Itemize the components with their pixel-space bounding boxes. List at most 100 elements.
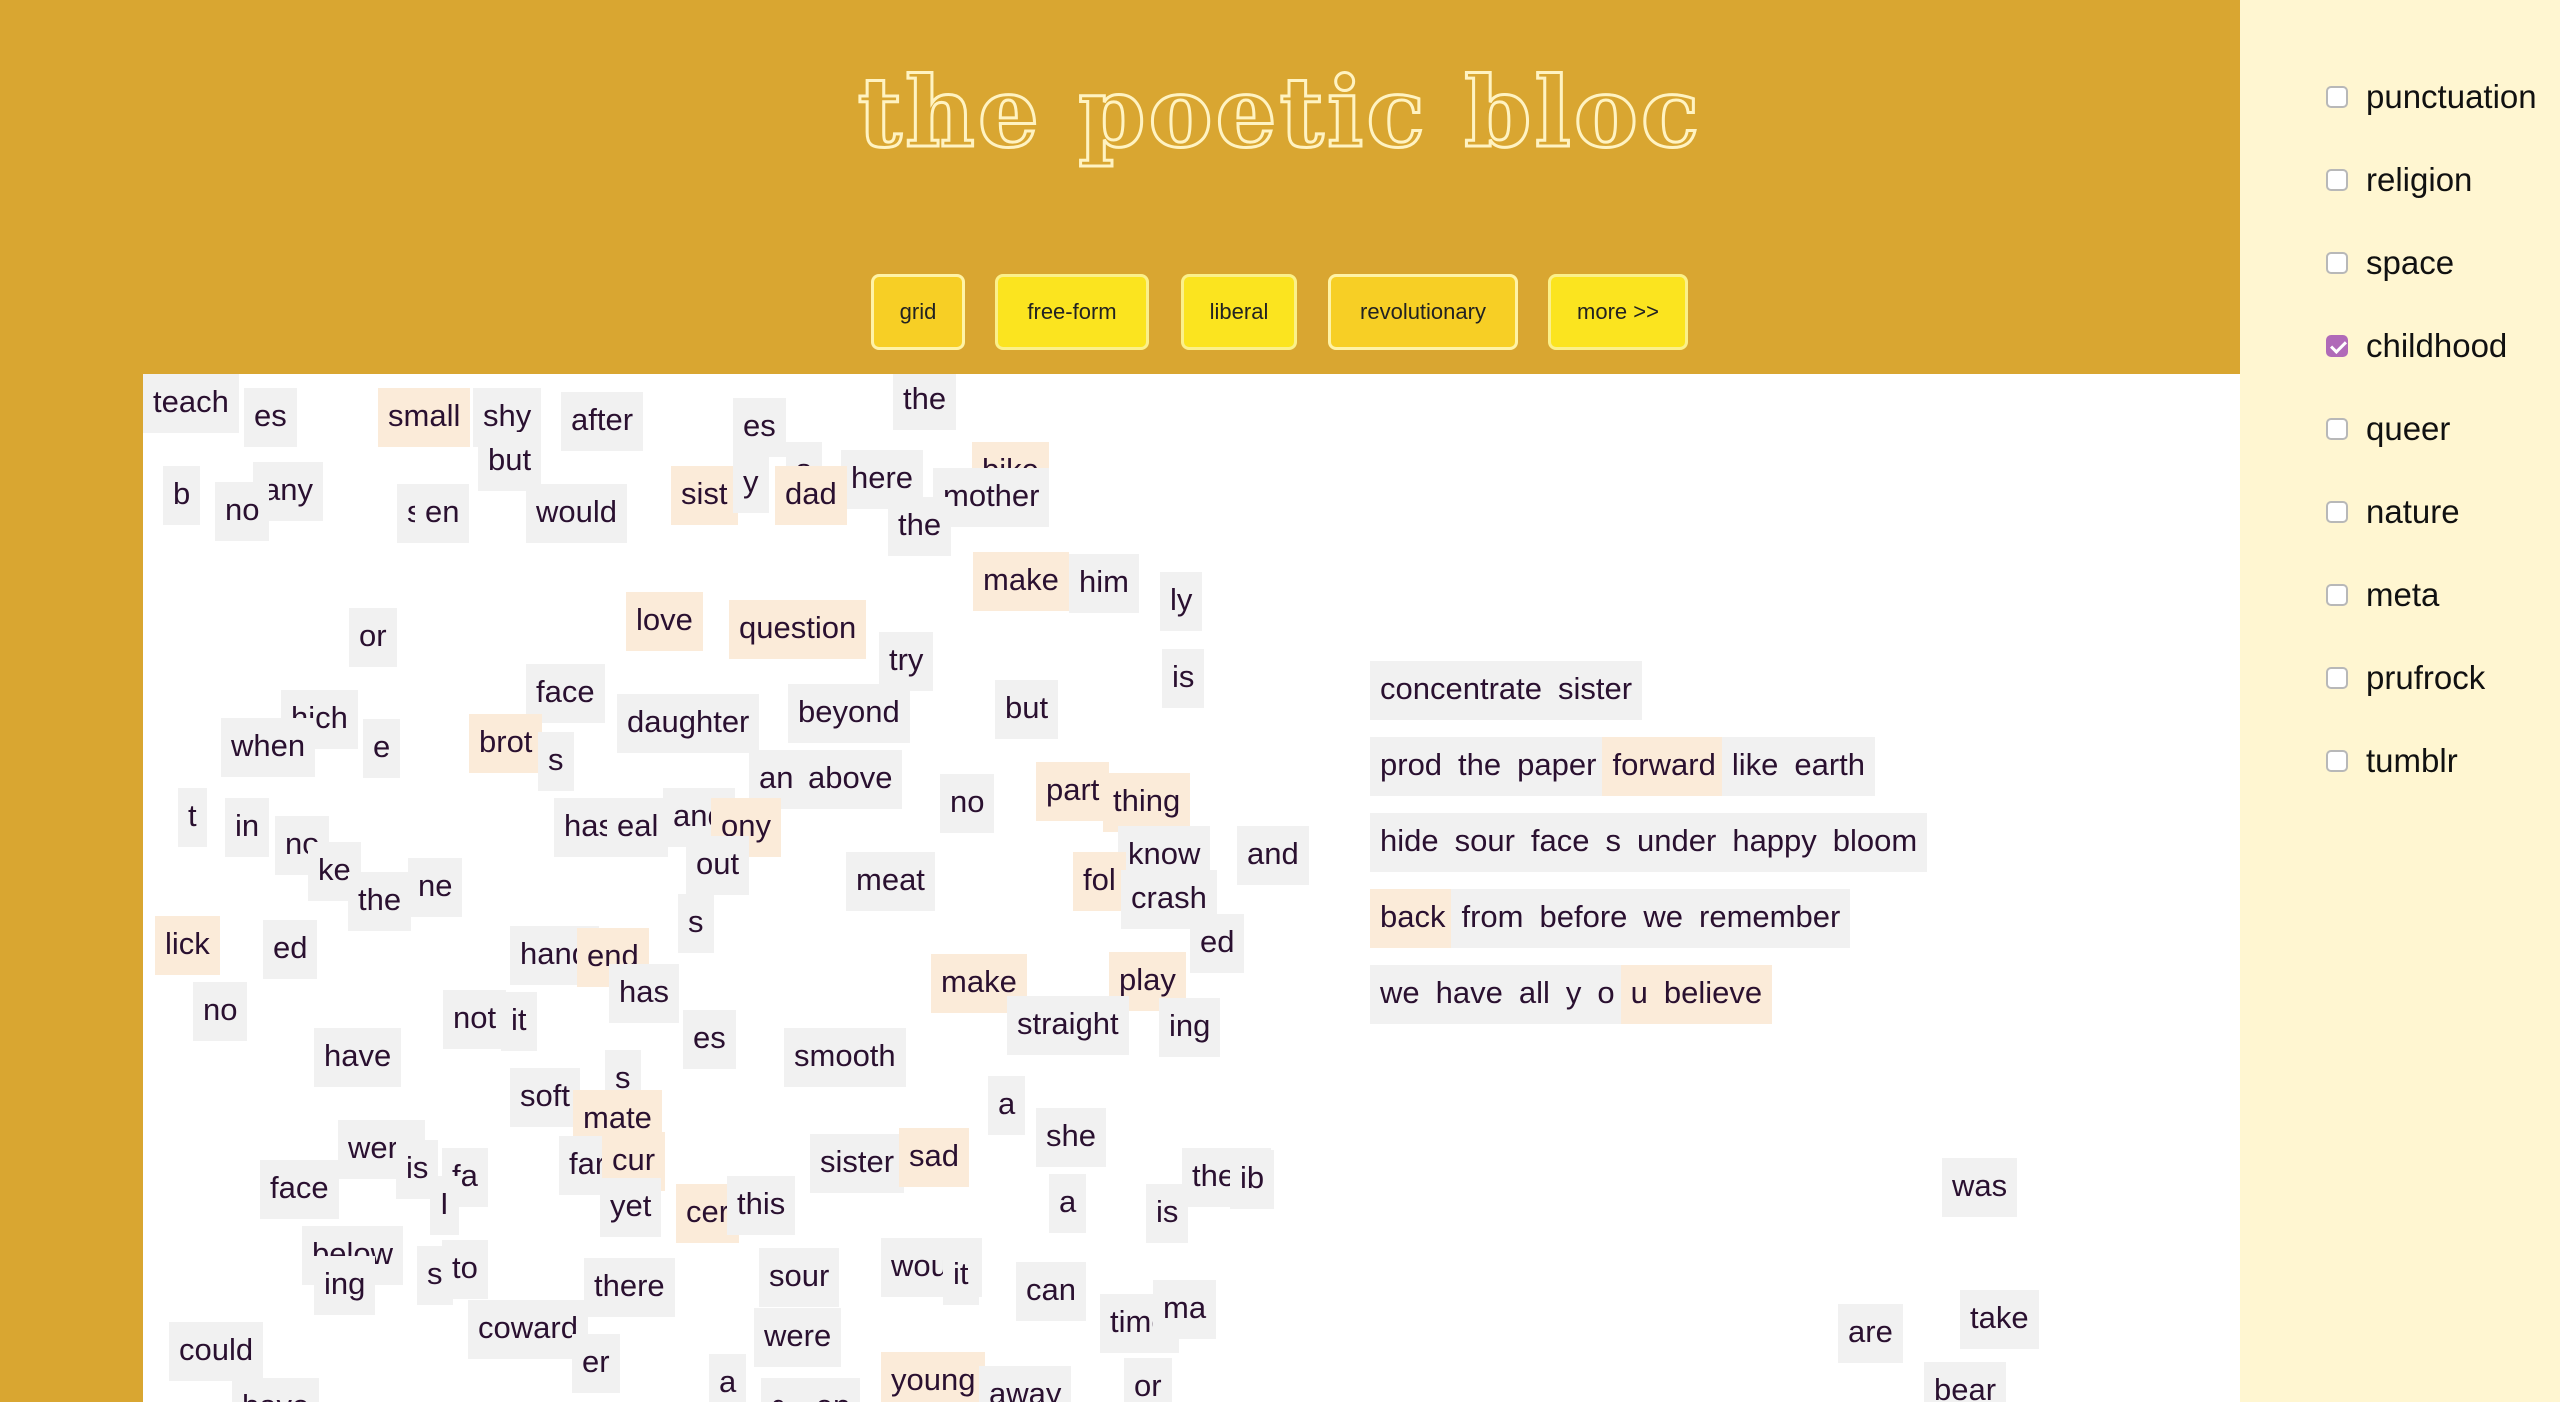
word-magnet[interactable]: question [729,600,867,659]
word-magnet[interactable]: take [1960,1290,2039,1349]
word-magnet[interactable]: o [1587,965,1625,1024]
word-magnet[interactable]: have [232,1378,320,1402]
word-magnet[interactable]: e [363,719,401,778]
word-magnet[interactable]: part [1036,762,1110,821]
word-magnet[interactable]: s [1595,813,1632,872]
word-magnet[interactable]: before [1529,889,1638,948]
word-magnet[interactable]: happy [1722,813,1827,872]
word-magnet[interactable]: was [1942,1158,2018,1217]
category-checkbox[interactable] [2326,418,2348,440]
category-checkbox[interactable] [2326,335,2348,357]
category-punctuation[interactable]: punctuation [2326,77,2537,117]
category-checkbox[interactable] [2326,501,2348,523]
word-magnet[interactable]: u [1620,965,1658,1024]
liberal-button[interactable]: liberal [1181,274,1297,350]
word-magnet[interactable]: no [193,982,248,1041]
word-magnet[interactable]: smooth [784,1028,906,1087]
word-magnet[interactable]: face [1520,813,1600,872]
word-magnet[interactable]: out [686,836,750,895]
word-magnet[interactable]: beyond [788,684,910,743]
word-magnet[interactable]: it [501,992,537,1051]
category-checkbox[interactable] [2326,750,2348,772]
word-magnet[interactable]: the [893,374,957,430]
word-magnet[interactable]: concentrate [1370,661,1552,720]
category-nature[interactable]: nature [2326,492,2460,532]
word-magnet[interactable]: sour [1444,813,1525,872]
word-magnet[interactable]: ly [1160,572,1203,631]
word-magnet[interactable]: es [683,1010,736,1069]
word-magnet[interactable]: we [1633,889,1694,948]
word-magnet[interactable]: soft [510,1068,580,1127]
word-magnet[interactable]: and [1237,826,1309,885]
word-magnet[interactable]: fol [1073,852,1126,911]
word-magnet[interactable]: like [1721,737,1789,796]
word-magnet[interactable]: coward [468,1300,588,1359]
word-magnet[interactable]: were [754,1308,842,1367]
word-magnet[interactable]: es [733,398,786,457]
word-magnet[interactable]: no [940,774,995,833]
word-magnet[interactable]: ma [1153,1280,1217,1339]
revolutionary-button[interactable]: revolutionary [1328,274,1518,350]
word-magnet[interactable]: ing [314,1256,376,1315]
category-checkbox[interactable] [2326,86,2348,108]
word-magnet[interactable]: the [348,872,412,931]
word-magnet[interactable]: daughter [617,694,760,753]
word-magnet[interactable]: small [378,388,471,447]
word-magnet[interactable]: s [538,732,574,791]
word-magnet[interactable]: I [430,1176,459,1235]
word-magnet[interactable]: could [169,1322,264,1381]
word-magnet[interactable]: yet [600,1178,662,1237]
word-magnet[interactable]: eal [607,798,669,857]
category-queer[interactable]: queer [2326,409,2450,449]
word-magnet[interactable]: but [478,432,542,491]
word-magnet[interactable]: the [888,497,952,556]
word-magnet[interactable]: to [442,1240,488,1299]
word-magnet[interactable]: this [727,1176,796,1235]
category-meta[interactable]: meta [2326,575,2439,615]
word-magnet[interactable]: have [314,1028,402,1087]
word-magnet[interactable]: b [163,466,201,525]
word-magnet[interactable]: from [1451,889,1534,948]
word-magnet[interactable]: or [349,608,397,667]
word-magnet[interactable]: make [973,552,1069,611]
word-magnet[interactable]: not [443,990,507,1049]
word-magnet[interactable]: under [1627,813,1727,872]
word-magnet[interactable]: young [881,1352,986,1402]
category-childhood[interactable]: childhood [2326,326,2507,366]
category-space[interactable]: space [2326,243,2454,283]
category-checkbox[interactable] [2326,584,2348,606]
word-magnet[interactable]: after [561,392,644,451]
word-magnet[interactable]: es [244,388,297,447]
word-magnet[interactable]: sister [1548,661,1643,720]
word-magnet[interactable]: ed [1190,914,1245,973]
word-magnet[interactable]: y [1555,965,1592,1024]
word-magnet[interactable]: er [572,1334,620,1393]
category-checkbox[interactable] [2326,252,2348,274]
word-magnet[interactable]: away [979,1366,1072,1402]
category-religion[interactable]: religion [2326,160,2472,200]
word-magnet[interactable]: sour [759,1248,840,1307]
word-magnet[interactable]: sad [899,1128,969,1187]
word-magnet[interactable]: lick [155,916,220,975]
word-magnet[interactable]: it [783,1386,819,1402]
word-magnet[interactable]: back [1370,889,1456,948]
word-magnet[interactable]: a [709,1354,747,1402]
category-tumblr[interactable]: tumblr [2326,741,2458,781]
word-magnet[interactable]: teach [143,374,239,433]
word-magnet[interactable]: ing [1159,998,1221,1057]
category-checkbox[interactable] [2326,667,2348,689]
word-magnet[interactable]: straight [1007,996,1129,1055]
word-magnet[interactable]: a [988,1076,1026,1135]
word-magnet[interactable]: above [798,750,903,809]
word-magnet[interactable]: can [1016,1262,1086,1321]
word-magnet[interactable]: face [260,1160,339,1219]
word-magnet[interactable]: love [626,592,703,651]
grid-button[interactable]: grid [871,274,965,350]
word-magnet[interactable]: bear [1924,1362,2007,1402]
word-magnet[interactable]: paper [1507,737,1607,796]
word-magnet[interactable]: the [1448,737,1512,796]
word-magnet[interactable]: ed [263,920,318,979]
word-magnet[interactable]: en [415,484,470,543]
word-magnet[interactable]: forward [1602,737,1726,796]
word-magnet[interactable]: him [1069,554,1139,613]
